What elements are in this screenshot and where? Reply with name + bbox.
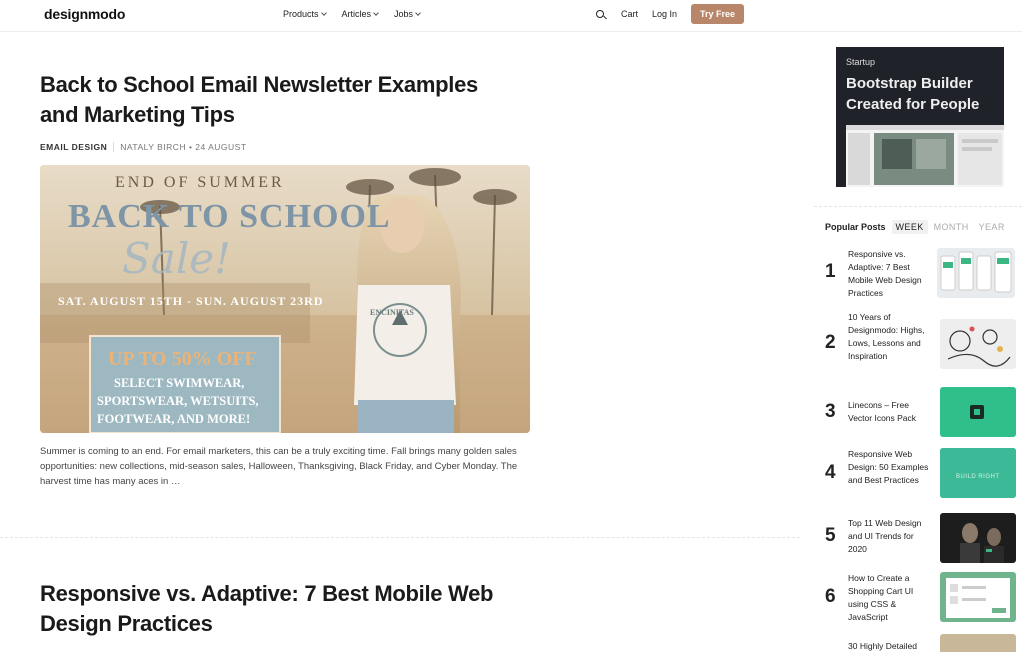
hero-text-offer: UP TO 50% OFF	[108, 348, 257, 370]
ad-kicker: Startup	[846, 57, 876, 67]
search-icon[interactable]	[595, 9, 607, 21]
chevron-down-icon	[320, 10, 327, 16]
nav-articles[interactable]: Articles	[342, 9, 379, 19]
article-byline: NATALY BIRCH • 24 AUGUST	[120, 142, 247, 152]
popular-post-1[interactable]: 1 Responsive vs. Adaptive: 7 Best Mobile…	[822, 248, 1022, 302]
popular-post-title: 10 Years of Designmodo: Highs, Lows, Les…	[848, 312, 925, 361]
popular-post-title: How to Create a Shopping Cart UI using C…	[848, 573, 914, 622]
article-title-line2: and Marketing Tips	[40, 102, 235, 127]
popular-post-thumb	[940, 513, 1016, 563]
popular-post-3[interactable]: 3 Linecons – Free Vector Icons Pack	[822, 387, 1022, 439]
article-hero-image[interactable]: END OF SUMMER BACK TO SCHOOL Sale! SAT. …	[40, 165, 530, 433]
popular-post-thumb	[940, 387, 1016, 437]
popular-post-thumb	[940, 319, 1016, 369]
popular-post-number: 1	[825, 261, 836, 282]
thumb-dark-portraits	[960, 523, 1004, 563]
chevron-down-icon	[373, 10, 379, 16]
popular-post-number: 6	[825, 586, 836, 607]
article-title-line1: Back to School Email Newsletter Examples	[40, 72, 478, 97]
hero-text-script: Sale!	[122, 234, 231, 283]
article-excerpt: Summer is coming to an end. For email ma…	[40, 446, 518, 487]
thumb-icons-pack	[970, 405, 984, 419]
popular-post-title: 30 Highly Detailed	[848, 641, 917, 651]
cart-link[interactable]: Cart	[621, 9, 638, 19]
hero-illustration: END OF SUMMER BACK TO SCHOOL Sale! SAT. …	[40, 165, 530, 433]
hero-text-offer-1: SELECT SWIMWEAR,	[114, 376, 244, 390]
ad-title: Bootstrap Builder Created for People	[846, 75, 980, 113]
nav-products[interactable]: Products	[283, 9, 327, 19]
popular-post-thumb	[937, 248, 1015, 298]
hero-text-offer-2: SPORTSWEAR, WETSUITS,	[97, 394, 259, 408]
ad-screenshot-graphic	[846, 125, 1004, 187]
main-nav: Products Articles Jobs	[283, 9, 421, 19]
thumb-doodles	[947, 326, 1011, 367]
article-meta: EMAIL DESIGN NATALY BIRCH • 24 AUGUST	[40, 142, 247, 152]
article-title-2[interactable]: Responsive vs. Adaptive: 7 Best Mobile W…	[40, 579, 540, 639]
thumb-build-right: BUILD RIGHT	[940, 448, 1016, 498]
hero-text-big: BACK TO SCHOOL	[68, 198, 391, 235]
hero-text-shirt: ENCINITAS	[370, 308, 414, 317]
article-2-title-line1: Responsive vs. Adaptive: 7 Best Mobile W…	[40, 581, 494, 606]
popular-post-number: 3	[825, 401, 836, 422]
popular-post-title: Responsive vs. Adaptive: 7 Best Mobile W…	[848, 249, 922, 298]
article-2-title-line2: Design Practices	[40, 611, 213, 636]
hero-text-top: END OF SUMMER	[115, 174, 285, 191]
hero-text-offer-3: FOOTWEAR, AND MORE!	[97, 412, 250, 426]
ad-screenshot	[846, 125, 1004, 187]
nav-jobs[interactable]: Jobs	[394, 9, 421, 19]
thumb-shopping-cart	[946, 578, 1010, 618]
popular-post-title: Responsive Web Design: 50 Examples and B…	[848, 449, 929, 485]
top-navbar: designmodo Products Articles Jobs Cart L…	[0, 0, 1022, 32]
popular-post-thumb	[940, 572, 1016, 622]
chevron-down-icon	[415, 10, 421, 16]
popular-post-5[interactable]: 5 Top 11 Web Design and UI Trends for 20…	[822, 513, 1022, 567]
popular-post-7[interactable]: 30 Highly Detailed	[822, 634, 1022, 652]
tab-year[interactable]: YEAR	[975, 220, 1009, 234]
site-logo[interactable]: designmodo	[44, 6, 125, 22]
header-tools: Cart Log In Try Free	[595, 4, 745, 24]
article-category-link[interactable]: EMAIL DESIGN	[40, 142, 115, 152]
article-title[interactable]: Back to School Email Newsletter Examples…	[40, 70, 540, 130]
popular-post-number: 2	[825, 332, 836, 353]
try-free-button[interactable]: Try Free	[691, 4, 745, 24]
svg-text:BUILD RIGHT: BUILD RIGHT	[956, 474, 1000, 480]
tab-month[interactable]: MONTH	[930, 220, 973, 234]
popular-post-2[interactable]: 2 10 Years of Designmodo: Highs, Lows, L…	[822, 311, 1022, 377]
nav-articles-label: Articles	[341, 9, 372, 19]
login-link[interactable]: Log In	[652, 9, 677, 19]
popular-post-6[interactable]: 6 How to Create a Shopping Cart UI using…	[822, 572, 1022, 628]
popular-post-thumb	[940, 634, 1016, 652]
popular-post-thumb: BUILD RIGHT	[940, 448, 1016, 498]
nav-products-label: Products	[283, 9, 319, 19]
sidebar-ad[interactable]: Startup Bootstrap Builder Created for Pe…	[836, 47, 1004, 187]
sidebar-divider	[814, 206, 1022, 207]
popular-post-title: Top 11 Web Design and UI Trends for 2020	[848, 518, 922, 554]
popular-posts-header: Popular Posts WEEK MONTH YEAR	[825, 220, 1011, 234]
popular-post-4[interactable]: 4 Responsive Web Design: 50 Examples and…	[822, 448, 1022, 502]
thumb-mobile-screens	[940, 251, 1012, 293]
hero-text-dates: SAT. AUGUST 15TH - SUN. AUGUST 23RD	[58, 294, 324, 308]
article-divider	[0, 537, 800, 538]
nav-jobs-label: Jobs	[394, 9, 414, 19]
popular-post-number: 5	[825, 525, 836, 546]
popular-post-number: 4	[825, 462, 836, 483]
tab-week[interactable]: WEEK	[891, 220, 928, 234]
popular-post-title: Linecons – Free Vector Icons Pack	[848, 400, 917, 423]
popular-posts-label: Popular Posts	[825, 222, 886, 232]
